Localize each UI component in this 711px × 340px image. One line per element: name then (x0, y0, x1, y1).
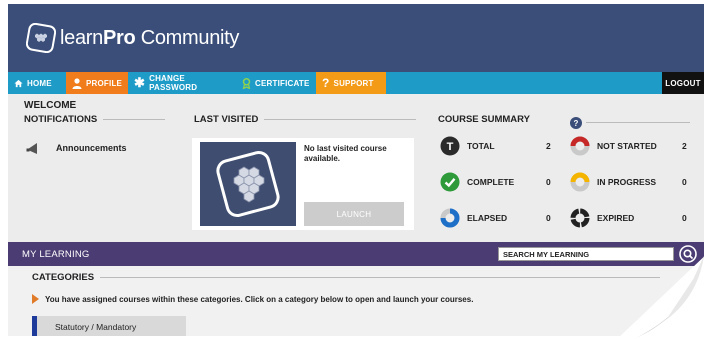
nav-change-password-label: CHANGE PASSWORD (149, 74, 198, 92)
nav-certificate-label: CERTIFICATE (255, 78, 310, 88)
categories-message: You have assigned courses within these c… (45, 294, 474, 304)
divider (100, 277, 661, 278)
site-header: learnPro Community (8, 4, 704, 72)
nav-change-password[interactable]: ✱ CHANGE PASSWORD (128, 72, 236, 94)
summary-not-started[interactable]: NOT STARTED 2 (570, 136, 687, 156)
in-progress-label: IN PROGRESS (597, 177, 657, 187)
category-item[interactable]: Statutory / Mandatory (32, 316, 186, 336)
my-learning-bar: MY LEARNING SEARCH MY LEARNING (8, 242, 704, 266)
in-progress-count: 0 (682, 177, 687, 187)
elapsed-icon (440, 208, 460, 228)
logout-label: LOGOUT (665, 78, 701, 88)
complete-count: 0 (546, 177, 551, 187)
total-label: TOTAL (467, 141, 495, 151)
announcements-label: Announcements (56, 143, 127, 153)
main-nav: HOME PROFILE ✱ CHANGE PASSWORD CERTIFICA… (8, 72, 704, 94)
categories-title: CATEGORIES (32, 272, 95, 283)
no-course-message: No last visited course available. (304, 144, 387, 163)
expired-count: 0 (682, 213, 687, 223)
award-ribbon-icon (242, 77, 251, 89)
user-icon (72, 77, 82, 89)
hexagon-course-icon (216, 150, 280, 218)
arrow-right-icon (32, 294, 39, 304)
course-summary-title: COURSE SUMMARY (438, 114, 531, 125)
asterisk-icon: ✱ (134, 75, 146, 90)
notifications-heading: NOTIFICATIONS (24, 114, 166, 125)
question-mark-icon: ? (322, 76, 330, 90)
categories-section: CATEGORIES You have assigned courses wit… (8, 266, 704, 336)
summary-expired[interactable]: EXPIRED 0 (570, 208, 687, 228)
my-learning-title: MY LEARNING (22, 249, 90, 260)
elapsed-label: ELAPSED (467, 213, 508, 223)
nav-support-label: SUPPORT (333, 78, 374, 88)
not-started-icon (570, 136, 590, 156)
page-curl-decoration (616, 250, 711, 340)
category-label: Statutory / Mandatory (55, 322, 137, 332)
nav-certificate[interactable]: CERTIFICATE (236, 72, 316, 94)
learnpro-logo[interactable]: learnPro Community (26, 23, 239, 53)
nav-home[interactable]: HOME (8, 72, 66, 94)
last-visited-card: No last visited course available. LAUNCH (192, 138, 414, 230)
last-visited-heading: LAST VISITED (194, 114, 417, 125)
logo-text: learnPro Community (60, 26, 240, 49)
app-frame: learnPro Community HOME PROFILE ✱ CHANGE… (8, 4, 704, 336)
in-progress-icon (570, 172, 590, 192)
nav-home-label: HOME (27, 78, 52, 88)
elapsed-count: 0 (546, 213, 551, 223)
nav-support[interactable]: ? SUPPORT (316, 72, 386, 94)
not-started-count: 2 (682, 141, 687, 151)
nav-profile[interactable]: PROFILE (66, 72, 128, 94)
total-icon: T (440, 136, 460, 156)
svg-text:T: T (447, 141, 454, 153)
hexagon-logo-icon (26, 23, 56, 53)
summary-total[interactable]: T TOTAL 2 (440, 136, 551, 156)
divider (103, 119, 166, 120)
divider (264, 119, 417, 120)
megaphone-icon (26, 143, 37, 154)
expired-label: EXPIRED (597, 213, 635, 223)
notifications-title: NOTIFICATIONS (24, 114, 98, 125)
summary-elapsed[interactable]: ELAPSED 0 (440, 208, 551, 228)
not-started-label: NOT STARTED (597, 141, 657, 151)
summary-complete[interactable]: COMPLETE 0 (440, 172, 551, 192)
search-label: SEARCH MY LEARNING (503, 250, 590, 259)
launch-label: LAUNCH (336, 209, 372, 219)
complete-label: COMPLETE (467, 177, 515, 187)
divider (586, 122, 690, 123)
last-visited-title: LAST VISITED (194, 114, 259, 125)
dashboard-top: WELCOME NOTIFICATIONS Announcements LAST… (8, 94, 704, 242)
summary-in-progress[interactable]: IN PROGRESS 0 (570, 172, 687, 192)
announcements-link[interactable]: Announcements (26, 140, 127, 156)
complete-icon (440, 172, 460, 192)
course-summary-heading: COURSE SUMMARY (438, 114, 530, 125)
categories-heading: CATEGORIES (32, 272, 661, 283)
welcome-heading: WELCOME (24, 100, 77, 111)
nav-profile-label: PROFILE (86, 78, 123, 88)
course-thumbnail (200, 142, 296, 226)
total-count: 2 (546, 141, 551, 151)
expired-icon (570, 208, 590, 228)
launch-button[interactable]: LAUNCH (304, 202, 404, 226)
logout-button[interactable]: LOGOUT (662, 72, 704, 94)
help-icon[interactable]: ? (570, 117, 582, 129)
categories-info: You have assigned courses within these c… (32, 294, 473, 304)
home-icon (14, 79, 23, 88)
